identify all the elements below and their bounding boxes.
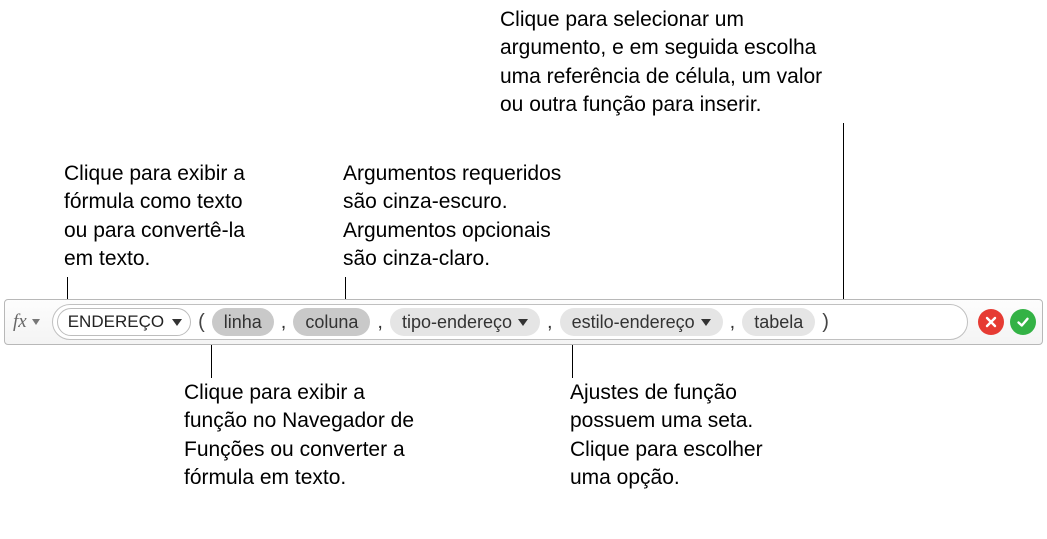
- fx-menu-button[interactable]: fx: [11, 311, 46, 333]
- leader-line: [67, 277, 68, 301]
- chevron-down-icon: [701, 319, 711, 326]
- callout-show-formula-text: Clique para exibir a fórmula como texto …: [64, 160, 324, 273]
- check-icon: [1016, 315, 1030, 329]
- fx-icon: fx: [13, 311, 27, 333]
- leader-line: [211, 344, 212, 378]
- comma: ,: [280, 311, 288, 334]
- formula-action-buttons: [978, 309, 1036, 335]
- callout-function-browser: Clique para exibir a função no Navegador…: [184, 379, 484, 492]
- callout-argument-colors: Argumentos requeridos são cinza-escuro. …: [343, 160, 643, 273]
- cancel-button[interactable]: [978, 309, 1004, 335]
- callout-select-argument: Clique para selecionar um argumento, e e…: [500, 6, 900, 119]
- accept-button[interactable]: [1010, 309, 1036, 335]
- leader-line: [572, 344, 573, 378]
- formula-bar: fx ENDEREÇO ( linha , coluna , tipo-ende…: [4, 299, 1043, 345]
- argument-label: tipo-endereço: [402, 312, 512, 333]
- close-paren: ): [821, 311, 830, 334]
- argument-label: tabela: [754, 312, 803, 333]
- formula-input-area[interactable]: ENDEREÇO ( linha , coluna , tipo-endereç…: [52, 304, 968, 340]
- chevron-down-icon: [32, 319, 40, 325]
- function-name: ENDEREÇO: [68, 312, 164, 332]
- callout-function-settings: Ajustes de função possuem uma seta. Cliq…: [570, 379, 830, 492]
- chevron-down-icon: [172, 319, 182, 326]
- argument-tabela[interactable]: tabela: [742, 308, 815, 336]
- argument-estilo-endereco[interactable]: estilo-endereço: [560, 308, 723, 336]
- comma: ,: [546, 311, 554, 334]
- argument-tipo-endereco[interactable]: tipo-endereço: [390, 308, 540, 336]
- argument-label: linha: [224, 312, 262, 333]
- argument-label: coluna: [305, 312, 358, 333]
- close-icon: [984, 315, 998, 329]
- leader-line: [345, 277, 346, 301]
- function-token[interactable]: ENDEREÇO: [57, 308, 191, 336]
- argument-coluna[interactable]: coluna: [293, 308, 370, 336]
- open-paren: (: [197, 311, 206, 334]
- comma: ,: [729, 311, 737, 334]
- comma: ,: [376, 311, 384, 334]
- leader-line: [843, 123, 844, 301]
- chevron-down-icon: [518, 319, 528, 326]
- argument-label: estilo-endereço: [572, 312, 695, 333]
- argument-linha[interactable]: linha: [212, 308, 274, 336]
